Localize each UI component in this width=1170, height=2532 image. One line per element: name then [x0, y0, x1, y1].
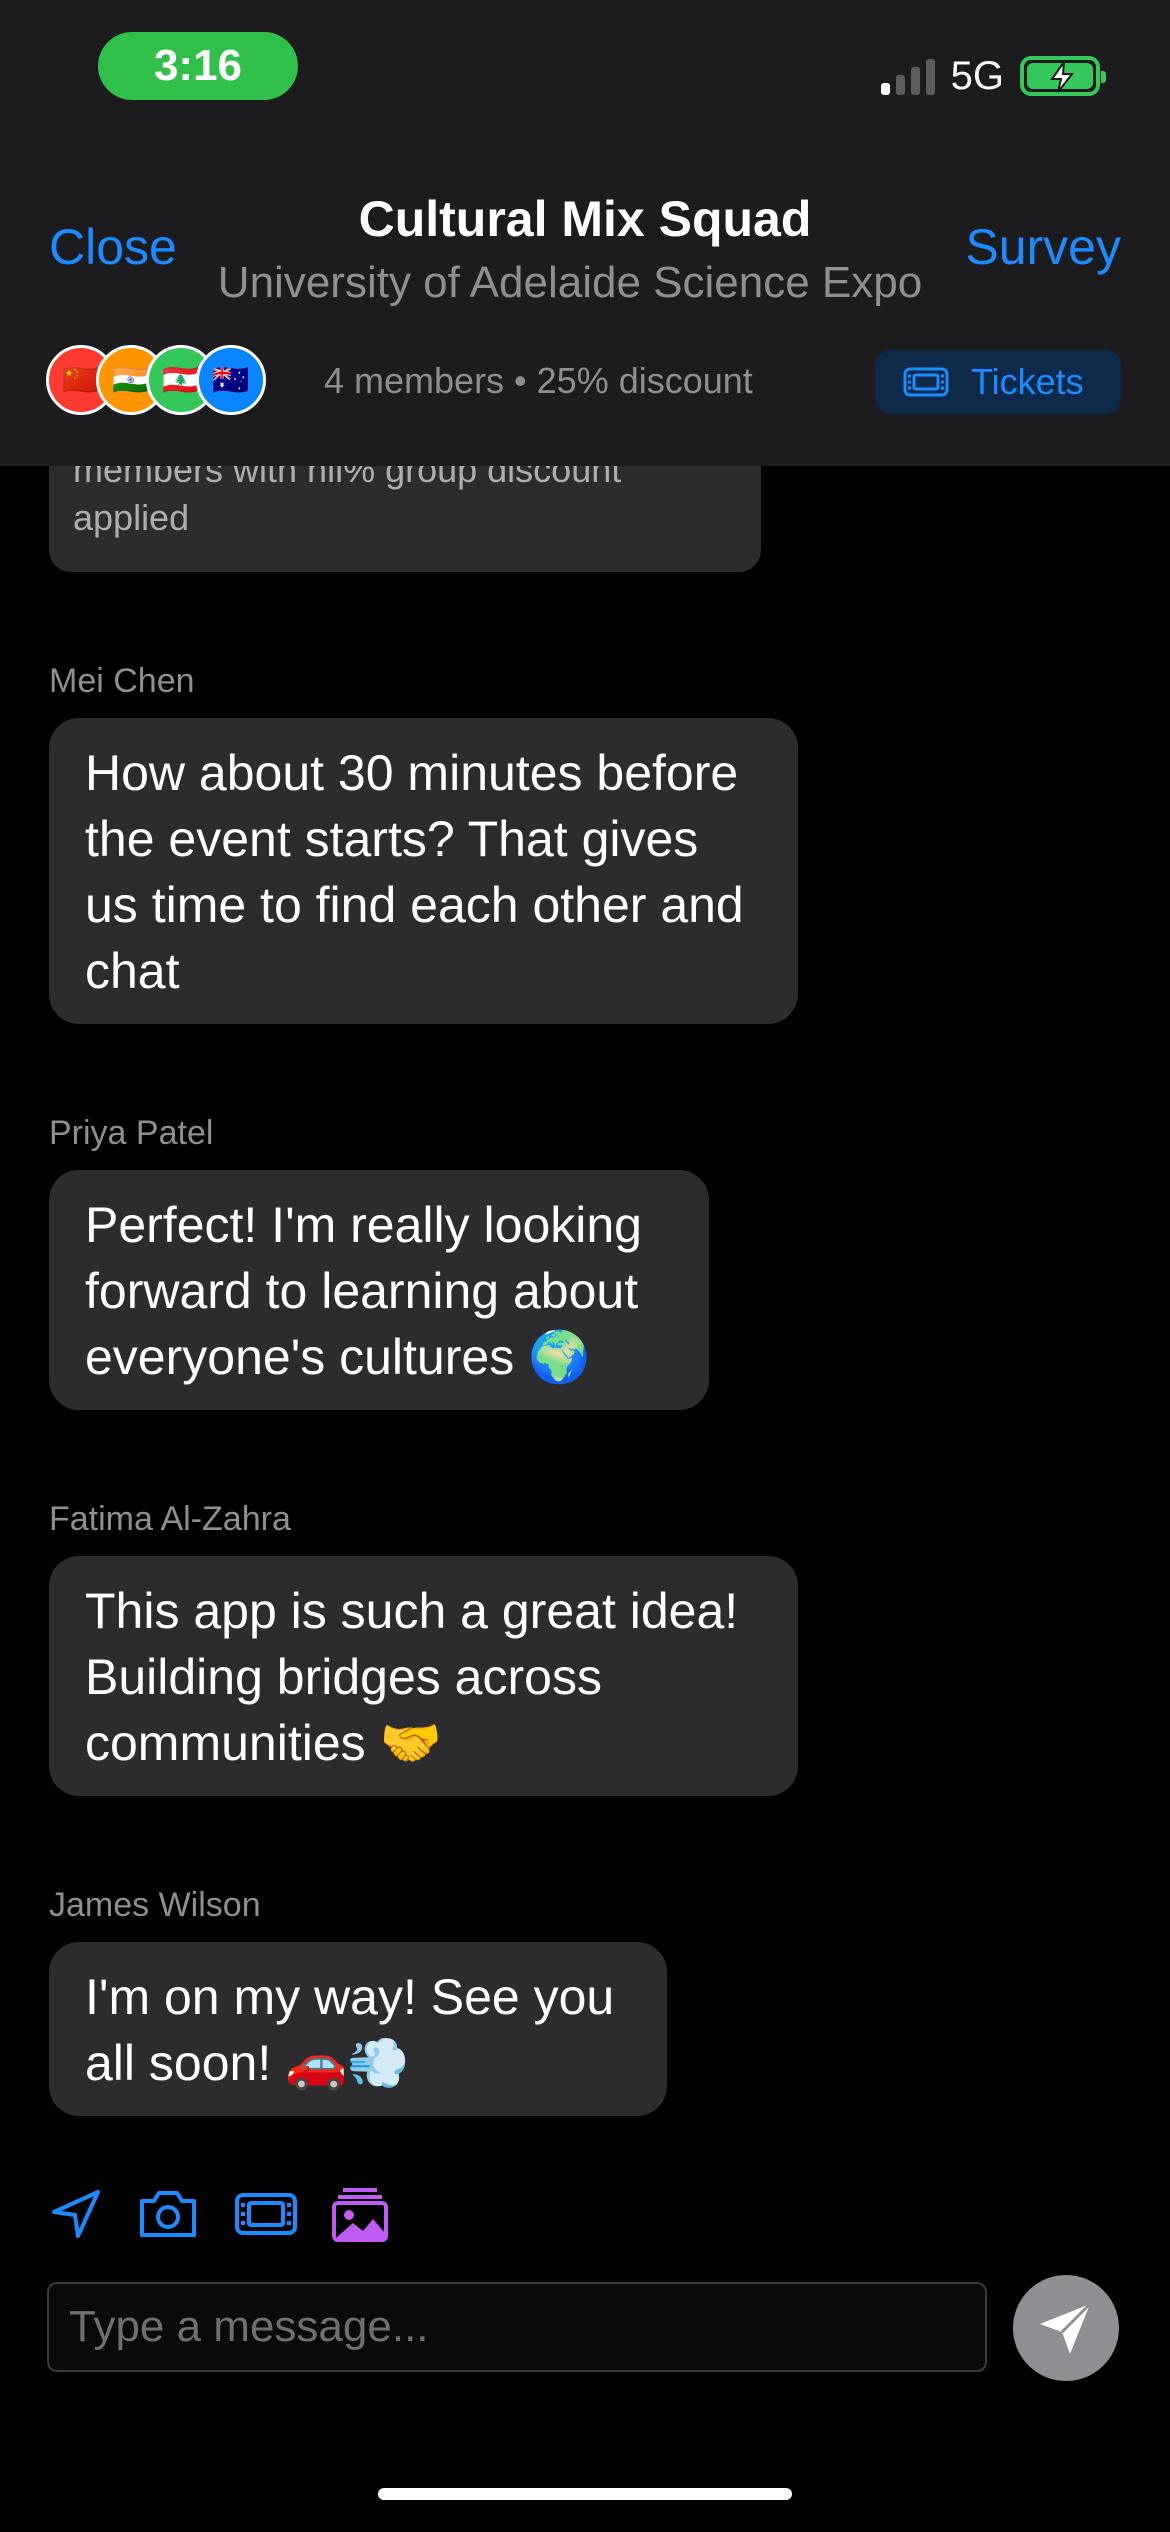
- tickets-label: Tickets: [971, 361, 1084, 402]
- send-icon: [1040, 2302, 1092, 2354]
- ticket-share-icon[interactable]: [234, 2182, 298, 2246]
- chat-header: 3:16 5G Close Cultural Mix Squad Univers…: [0, 0, 1170, 466]
- tickets-button[interactable]: Tickets: [875, 350, 1121, 414]
- composer-toolbar: [0, 2182, 1170, 2262]
- message-list[interactable]: members with nil% group discount applied…: [0, 466, 1170, 2176]
- message-bubble[interactable]: Perfect! I'm really looking forward to l…: [49, 1170, 709, 1410]
- cellular-signal-icon: [880, 57, 935, 95]
- status-indicators: 5G: [880, 48, 1106, 104]
- sender-name: Fatima Al-Zahra: [49, 1500, 291, 1538]
- message-input[interactable]: [47, 2282, 987, 2372]
- sender-name: Priya Patel: [49, 1114, 214, 1152]
- home-indicator: [378, 2488, 792, 2500]
- member-avatar[interactable]: 🇦🇺: [196, 345, 266, 415]
- photo-library-icon[interactable]: [328, 2182, 392, 2246]
- system-message: members with nil% group discount applied: [49, 466, 761, 572]
- location-icon[interactable]: [44, 2182, 108, 2246]
- camera-icon[interactable]: [136, 2182, 200, 2246]
- sender-name: James Wilson: [49, 1886, 261, 1924]
- members-summary: 4 members • 25% discount: [324, 360, 753, 401]
- send-button[interactable]: [1013, 2275, 1119, 2381]
- message-bubble[interactable]: How about 30 minutes before the event st…: [49, 718, 798, 1024]
- sender-name: Mei Chen: [49, 662, 195, 700]
- battery-charging-icon: [1020, 56, 1106, 96]
- message-bubble[interactable]: I'm on my way! See you all soon! 🚗💨: [49, 1942, 667, 2116]
- network-type: 5G: [950, 53, 1004, 98]
- member-avatars[interactable]: 🇨🇳 🇮🇳 🇱🇧 🇦🇺: [46, 345, 266, 415]
- status-time: 3:16: [98, 32, 298, 100]
- ticket-icon: [903, 367, 949, 397]
- survey-button[interactable]: Survey: [965, 218, 1121, 276]
- message-bubble[interactable]: This app is such a great idea! Building …: [49, 1556, 798, 1796]
